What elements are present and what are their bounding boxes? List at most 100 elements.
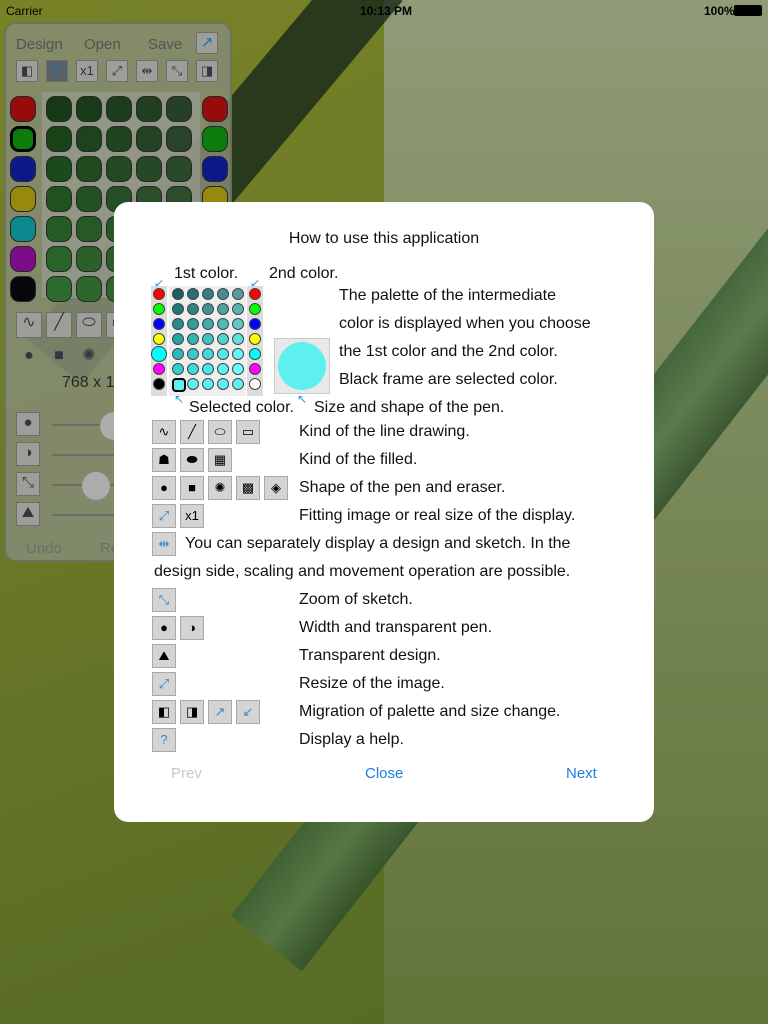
palette-swatch: [202, 378, 214, 390]
shrink-icon: ↙: [236, 700, 260, 724]
second-color-swatch: [249, 348, 261, 360]
second-color-swatch: [249, 363, 261, 375]
second-color-swatch: [249, 288, 261, 300]
palette-swatch: [217, 303, 229, 315]
help-text: Transparent design.: [299, 647, 441, 664]
palette-swatch: [232, 348, 244, 360]
palette-swatch: [187, 363, 199, 375]
fill-rectangle-icon: ▦: [208, 448, 232, 472]
palette-swatch: [202, 348, 214, 360]
palette-swatch: [172, 348, 184, 360]
palette-swatch: [217, 348, 229, 360]
palette-swatch: [202, 288, 214, 300]
fit-icon: ⤢: [152, 504, 176, 528]
help-text: Shape of the pen and eraser.: [299, 479, 506, 496]
zoom-sketch-icon: ⤡: [152, 588, 176, 612]
palette-swatch: [187, 333, 199, 345]
palette-swatch: [187, 348, 199, 360]
help-text: Resize of the image.: [299, 675, 445, 692]
palette-swatch: [217, 333, 229, 345]
palette-swatch: [202, 363, 214, 375]
palette-swatch: [217, 288, 229, 300]
ellipse-icon: ⬭: [208, 420, 232, 444]
first-color-label: 1st color.: [174, 265, 239, 282]
dialog-title: How to use this application: [288, 230, 480, 247]
palette-swatch: [217, 318, 229, 330]
palette-swatch: [232, 333, 244, 345]
second-color-swatch: [249, 378, 261, 390]
first-color-swatch: [153, 288, 165, 300]
palette-swatch: [217, 378, 229, 390]
round-pen-icon: ●: [152, 476, 176, 500]
palette-desc: color is displayed when you choose: [339, 315, 591, 332]
pen-preview: [274, 338, 330, 394]
first-color-swatch: [153, 333, 165, 345]
palette-swatch: [187, 378, 199, 390]
palette-swatch: [232, 288, 244, 300]
status-bar: Carrier 10:13 PM 100%: [0, 0, 768, 20]
split-view-icon: ⇹: [152, 532, 176, 556]
prev-button[interactable]: Prev: [171, 765, 202, 782]
help-text: design side, scaling and movement operat…: [154, 563, 571, 580]
first-color-swatch: [153, 303, 165, 315]
freehand-icon: ∿: [152, 420, 176, 444]
battery-icon: [734, 5, 762, 16]
real-size-icon: x1: [180, 504, 204, 528]
arrow-icon: ↖: [297, 392, 308, 406]
help-text: Display a help.: [299, 731, 404, 748]
palette-swatch: [172, 303, 184, 315]
help-text: Zoom of sketch.: [299, 591, 413, 608]
fill-ellipse-icon: ⬬: [180, 448, 204, 472]
palette-swatch: [217, 363, 229, 375]
palette-swatch: [232, 303, 244, 315]
size-shape-label: Size and shape of the pen.: [314, 399, 505, 416]
palette-swatch: [232, 378, 244, 390]
first-color-swatch: [153, 378, 165, 390]
pen-width-icon: ●: [152, 616, 176, 640]
palette-swatch: [187, 318, 199, 330]
palette-swatch: [232, 363, 244, 375]
close-button[interactable]: Close: [365, 765, 403, 782]
palette-swatch: [202, 333, 214, 345]
help-text: Fitting image or real size of the displa…: [299, 507, 576, 524]
arrow-icon: ↖: [174, 392, 185, 406]
palette-swatch: [172, 318, 184, 330]
transparency-icon: ◑: [180, 616, 204, 640]
line-icon: ╱: [180, 420, 204, 444]
carrier: Carrier: [6, 4, 43, 18]
palette-swatch: [232, 318, 244, 330]
first-color-swatch: [151, 346, 167, 362]
palette-left-icon: ◧: [152, 700, 176, 724]
resize-image-icon: ⤢: [152, 672, 176, 696]
palette-swatch: [202, 318, 214, 330]
help-text: Width and transparent pen.: [299, 619, 493, 636]
next-button[interactable]: Next: [566, 765, 597, 782]
transparent-design-icon: ⛰: [152, 644, 176, 668]
first-color-swatch: [153, 363, 165, 375]
second-color-swatch: [249, 303, 261, 315]
help-text: You can separately display a design and …: [185, 535, 571, 552]
palette-desc: Black frame are selected color.: [339, 371, 558, 388]
palette-desc: The palette of the intermediate: [339, 287, 557, 304]
first-color-swatch: [153, 318, 165, 330]
palette-swatch: [172, 378, 186, 392]
help-text: Kind of the line drawing.: [299, 423, 470, 440]
palette-desc: the 1st color and the 2nd color.: [339, 343, 558, 360]
expand-icon: ↗: [208, 700, 232, 724]
airbrush-square-icon: ▩: [236, 476, 260, 500]
palette-swatch: [172, 333, 184, 345]
square-pen-icon: ■: [180, 476, 204, 500]
help-text: Kind of the filled.: [299, 451, 418, 468]
second-color-label: 2nd color.: [269, 265, 339, 282]
second-color-swatch: [249, 318, 261, 330]
airbrush-round-icon: ✺: [208, 476, 232, 500]
palette-swatch: [187, 288, 199, 300]
palette-swatch: [187, 303, 199, 315]
help-icon: ?: [152, 728, 176, 752]
palette-swatch: [172, 363, 184, 375]
selected-color-label: Selected color.: [189, 399, 294, 416]
rectangle-icon: ▭: [236, 420, 260, 444]
battery: 100%: [704, 4, 735, 18]
help-text: Migration of palette and size change.: [299, 703, 561, 720]
clock: 10:13 PM: [360, 4, 413, 18]
